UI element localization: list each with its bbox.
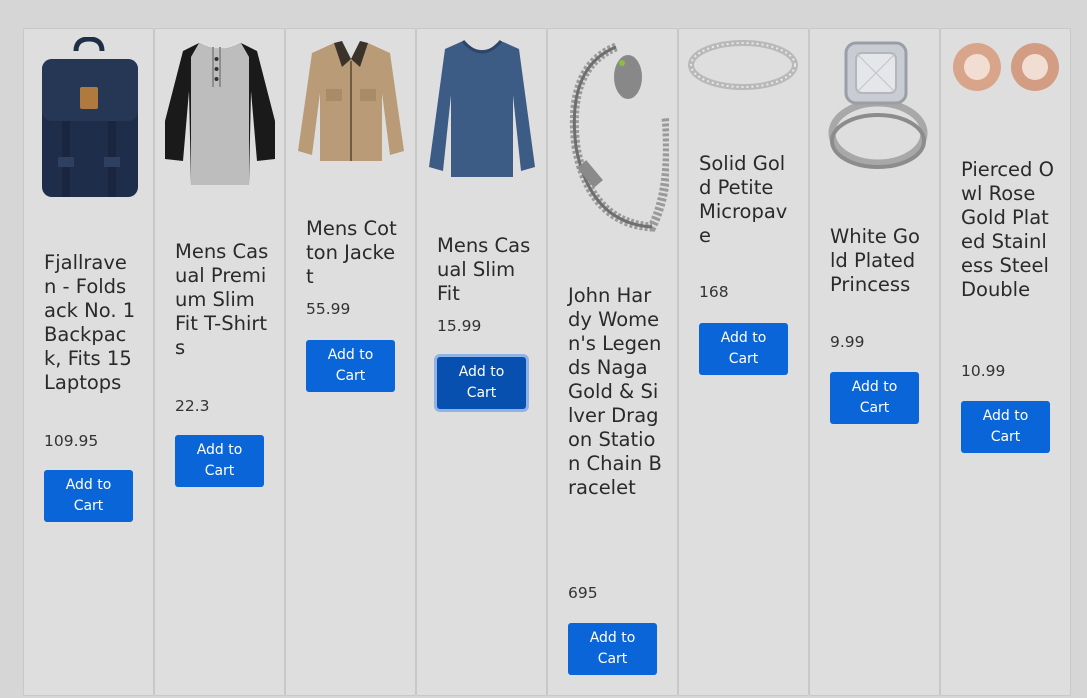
backpack-image	[42, 37, 138, 197]
add-to-cart-button[interactable]: Add to Cart	[568, 623, 657, 675]
product-card: Mens Cotton Jacket 55.99 Add to Cart	[285, 28, 416, 696]
add-to-cart-button[interactable]: Add to Cart	[44, 470, 133, 522]
product-title: Pierced Owl Rose Gold Plated Stainless S…	[961, 158, 1054, 301]
product-card: Solid Gold Petite Micropave 168 Add to C…	[678, 28, 809, 696]
add-to-cart-button[interactable]: Add to Cart	[175, 435, 264, 487]
product-price: 109.95	[44, 432, 99, 450]
product-price: 695	[568, 584, 598, 602]
product-card: Mens Casual Premium Slim Fit T-Shirts 22…	[154, 28, 285, 696]
product-title: Mens Casual Premium Slim Fit T-Shirts	[175, 240, 269, 359]
bracelet-image	[569, 42, 669, 232]
product-price: 55.99	[306, 300, 351, 318]
product-card: John Hardy Women's Legends Naga Gold & S…	[547, 28, 678, 696]
jacket-image	[298, 41, 404, 161]
add-to-cart-button[interactable]: Add to Cart	[699, 323, 788, 375]
product-grid: Fjallraven - Foldsack No. 1 Backpack, Fi…	[23, 28, 1071, 696]
product-title: Mens Casual Slim Fit	[437, 234, 531, 305]
product-price: 10.99	[961, 362, 1006, 380]
product-card: Mens Casual Slim Fit 15.99 Add to Cart	[416, 28, 547, 696]
add-to-cart-button[interactable]: Add to Cart	[961, 401, 1050, 453]
tshirt-image	[165, 43, 275, 185]
product-title: Mens Cotton Jacket	[306, 217, 397, 288]
add-to-cart-button[interactable]: Add to Cart	[830, 372, 919, 424]
product-price: 168	[699, 283, 729, 301]
plugs-image	[953, 43, 1059, 91]
longsleeve-image	[429, 39, 535, 177]
ring-image	[688, 40, 798, 90]
product-title: White Gold Plated Princess	[830, 225, 920, 296]
product-price: 15.99	[437, 317, 482, 335]
add-to-cart-button[interactable]: Add to Cart	[437, 357, 526, 409]
product-title: John Hardy Women's Legends Naga Gold & S…	[568, 284, 662, 499]
product-card: Pierced Owl Rose Gold Plated Stainless S…	[940, 28, 1071, 696]
add-to-cart-button[interactable]: Add to Cart	[306, 340, 395, 392]
product-price: 9.99	[830, 333, 865, 351]
engagement-ring-image	[828, 41, 928, 169]
product-price: 22.3	[175, 397, 210, 415]
product-title: Fjallraven - Foldsack No. 1 Backpack, Fi…	[44, 251, 136, 394]
product-card: Fjallraven - Foldsack No. 1 Backpack, Fi…	[23, 28, 154, 696]
product-card: White Gold Plated Princess 9.99 Add to C…	[809, 28, 940, 696]
product-title: Solid Gold Petite Micropave	[699, 152, 788, 247]
